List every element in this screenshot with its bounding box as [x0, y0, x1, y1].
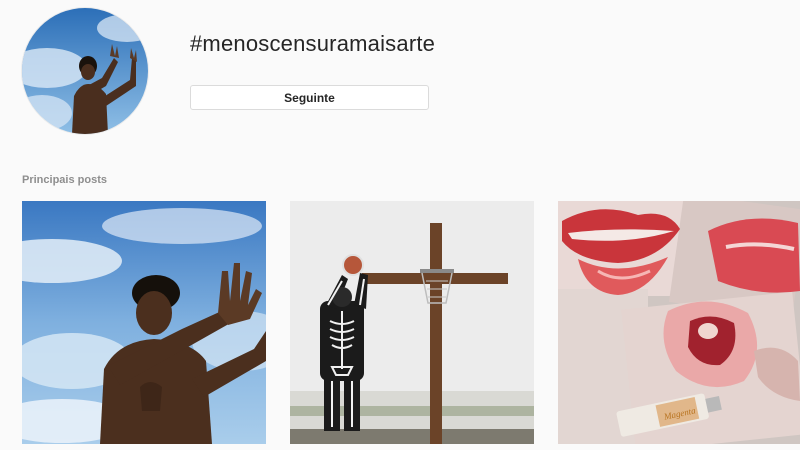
hashtag-title: #menoscensuramaisarte	[190, 31, 436, 56]
post-thumbnail-1[interactable]	[22, 201, 266, 444]
top-posts-heading: Principais posts	[22, 174, 107, 186]
avatar-image	[22, 8, 148, 134]
post-thumbnail-2[interactable]	[290, 201, 534, 444]
following-button[interactable]: Seguinte	[190, 85, 429, 110]
post-image-2	[290, 201, 534, 444]
post-image-3: Magenta	[558, 201, 800, 444]
hashtag-avatar	[22, 8, 148, 134]
post-thumbnail-3[interactable]: Magenta	[558, 201, 800, 444]
post-image-1	[22, 201, 266, 444]
